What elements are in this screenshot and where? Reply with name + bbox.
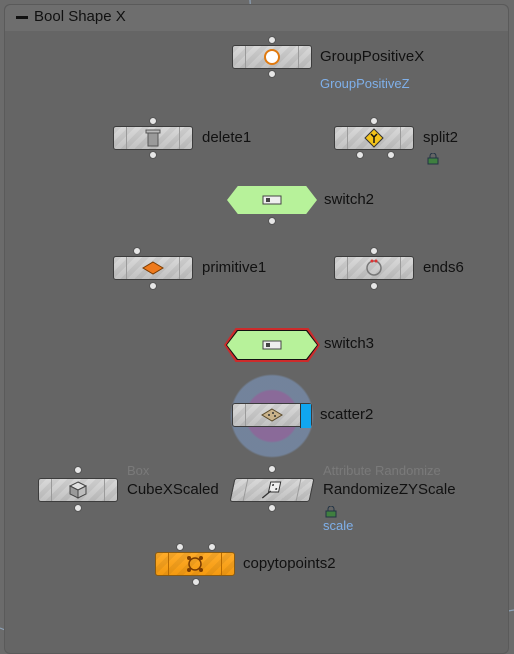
output-port[interactable] <box>149 282 157 290</box>
node-split2[interactable] <box>334 126 414 150</box>
node-copytopoints2[interactable] <box>155 552 235 576</box>
display-flag[interactable] <box>179 127 192 149</box>
scatter-icon <box>261 405 283 425</box>
ring-icon <box>261 47 283 67</box>
node-switch3[interactable] <box>224 328 320 362</box>
network-box-title: Bool Shape X <box>34 8 126 25</box>
node-ends6[interactable] <box>334 256 414 280</box>
display-flag[interactable] <box>179 257 192 279</box>
bypass-flag[interactable] <box>335 257 348 279</box>
bypass-flag[interactable] <box>230 479 249 501</box>
copy-points-icon <box>184 554 206 574</box>
node-primitive1[interactable] <box>113 256 193 280</box>
ring-icon <box>363 258 385 278</box>
node-label: RandomizeZYScale <box>323 481 456 498</box>
bypass-flag[interactable] <box>114 127 127 149</box>
node-label: CubeXScaled <box>127 481 219 498</box>
output-port-1[interactable] <box>356 151 364 159</box>
node-label: copytopoints2 <box>243 555 336 572</box>
render-flag[interactable] <box>300 404 311 428</box>
display-flag[interactable] <box>298 46 311 68</box>
switch-icon <box>261 190 283 210</box>
switch-icon <box>261 335 283 355</box>
node-delete1[interactable] <box>113 126 193 150</box>
node-cubexscaled[interactable] <box>38 478 118 502</box>
input-port[interactable] <box>149 117 157 125</box>
node-label: switch2 <box>324 191 375 208</box>
node-switch2[interactable] <box>227 186 317 214</box>
node-type-label: Box <box>127 463 150 478</box>
input-port[interactable] <box>370 117 378 125</box>
node-label: ends6 <box>423 259 464 276</box>
node-label: GroupPositiveX <box>320 48 425 65</box>
network-canvas[interactable]: Bool Shape X GroupPositiveX GroupPositiv… <box>0 0 514 654</box>
input-port[interactable] <box>133 247 141 255</box>
input-port-1[interactable] <box>176 543 184 551</box>
display-flag[interactable] <box>221 553 234 575</box>
trash-icon <box>142 128 164 148</box>
input-port[interactable] <box>74 466 82 474</box>
diamond-icon <box>142 258 164 278</box>
display-flag[interactable] <box>104 479 117 501</box>
node-label: delete1 <box>202 129 252 146</box>
output-port[interactable] <box>149 151 157 159</box>
input-port[interactable] <box>370 247 378 255</box>
display-flag[interactable] <box>400 127 413 149</box>
output-port[interactable] <box>192 578 200 586</box>
node-label: split2 <box>423 129 459 146</box>
bypass-flag[interactable] <box>233 46 246 68</box>
display-flag[interactable] <box>400 257 413 279</box>
node-grouppositivex[interactable] <box>232 45 312 69</box>
output-port[interactable] <box>370 282 378 290</box>
node-label: scatter2 <box>320 406 374 423</box>
split-icon <box>363 128 385 148</box>
cube-icon <box>67 480 89 500</box>
node-scatter2[interactable] <box>232 403 312 428</box>
attribute-label: scale <box>323 518 354 533</box>
node-randomizezyscale[interactable] <box>229 478 315 502</box>
node-label: primitive1 <box>202 259 267 276</box>
node-label: switch3 <box>324 335 375 352</box>
output-port-2[interactable] <box>387 151 395 159</box>
lock-icon <box>325 503 337 518</box>
bypass-flag[interactable] <box>233 404 246 426</box>
group-label: GroupPositiveZ <box>320 76 410 91</box>
node-type-label: Attribute Randomize <box>323 463 441 478</box>
output-port[interactable] <box>268 465 276 473</box>
output-port[interactable] <box>268 217 276 225</box>
input-port-2[interactable] <box>208 543 216 551</box>
network-box-header[interactable]: Bool Shape X <box>5 5 508 31</box>
dice-icon <box>259 480 285 500</box>
output-port[interactable] <box>268 70 276 78</box>
bypass-flag[interactable] <box>114 257 127 279</box>
bypass-flag[interactable] <box>39 479 52 501</box>
bypass-flag[interactable] <box>156 553 169 575</box>
collapse-icon[interactable] <box>15 12 29 23</box>
output-port[interactable] <box>74 504 82 512</box>
bypass-flag[interactable] <box>335 127 348 149</box>
lock-icon <box>427 150 439 165</box>
output-port[interactable] <box>268 504 276 512</box>
input-port[interactable] <box>268 36 276 44</box>
